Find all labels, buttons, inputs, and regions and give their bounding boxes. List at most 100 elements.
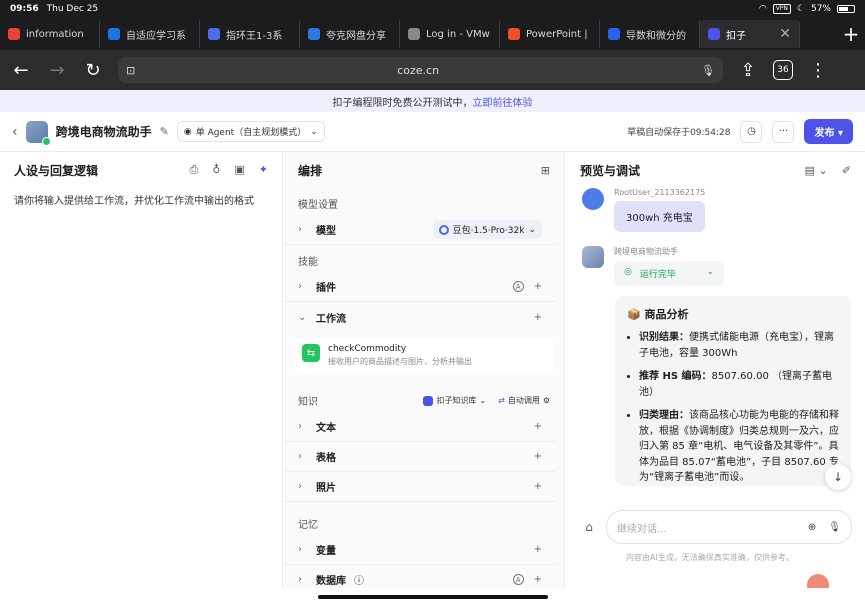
auto-a-icon[interactable]: A <box>512 574 524 585</box>
browser-tab[interactable]: 自适应学习系 <box>100 20 200 48</box>
memory-section: 记忆 <box>298 520 318 531</box>
assistant-avatar-fab[interactable] <box>807 574 829 588</box>
chevron-right-icon: › <box>298 481 302 492</box>
grid-icon[interactable]: ⊞ <box>541 164 550 177</box>
prompt-library-icon[interactable]: ⎙ <box>190 163 199 177</box>
browser-tab[interactable]: PowerPoint | <box>500 20 600 48</box>
browser-tab[interactable]: 指环王1-3系 <box>200 20 300 48</box>
brush-icon[interactable]: ✐ <box>842 164 851 177</box>
new-tab-plus-icon[interactable]: + <box>837 20 865 48</box>
model-row[interactable]: › 模型 豆包·1.5·Pro·32k ⌄ <box>284 215 556 245</box>
back-chevron-icon[interactable]: ‹ <box>12 124 18 140</box>
history-icon[interactable]: ◷ <box>740 120 763 143</box>
persona-prompt[interactable]: 请你将输入提供给工作流，并优化工作流中输出的格式 <box>0 188 282 211</box>
bot-title: 跨境电商物流助手 <box>55 125 152 139</box>
edit-icon[interactable]: ✎ <box>160 125 169 138</box>
browser-tab[interactable]: 导数和微分的 <box>600 20 700 48</box>
add-icon[interactable]: + <box>534 574 542 585</box>
moon-icon: ☾ <box>796 4 805 14</box>
user-avatar <box>582 188 604 210</box>
add-icon[interactable]: + <box>534 451 542 462</box>
tab-favicon-icon <box>208 28 220 40</box>
back-arrow-icon[interactable]: ← <box>10 59 32 81</box>
scroll-down-arrow-icon[interactable]: ↓ <box>825 464 851 490</box>
doubao-logo-icon <box>438 224 449 235</box>
chat-input[interactable]: 继续对话... ⊕ 🎙 <box>606 510 852 544</box>
workflow-label: 工作流 <box>316 313 346 325</box>
browser-tab[interactable]: 扣子 ✕ <box>700 20 800 48</box>
variable-row[interactable]: › 变量 + <box>284 535 556 565</box>
preview-header: 预览与调试 ▤ ⌄ ✐ <box>566 152 865 188</box>
address-bar[interactable]: ⊡ coze.cn 🎙 <box>118 57 723 83</box>
workflow-row[interactable]: ⌄ 工作流 + <box>284 302 556 332</box>
plus-circle-icon[interactable]: ⊕ <box>808 522 816 533</box>
browser-tab[interactable]: information <box>0 20 100 48</box>
arrange-header: 编排 ⊞ <box>284 152 564 188</box>
clear-history-icon[interactable]: ⌂ <box>580 518 598 536</box>
battery-text: 57% <box>810 4 831 14</box>
add-icon[interactable]: + <box>534 312 542 323</box>
table-row[interactable]: › 表格 + <box>284 442 556 472</box>
list-item: 识别结果：便携式储能电源（充电宝），锂离子电池，容量 300Wh <box>639 330 839 361</box>
bot-name: 跨境电商物流助手 <box>614 247 678 256</box>
bulb-icon[interactable]: ♁ <box>212 163 220 177</box>
browser-tab[interactable]: 夸克网盘分享 <box>300 20 400 48</box>
auto-a-icon[interactable]: A <box>512 281 524 292</box>
persona-panel: 人设与回复逻辑 ⎙ ♁ ▣ ✦ 请你将输入提供给工作流，并优化工作流中输出的格式 <box>0 152 283 588</box>
bullet-label: 推荐 HS 编码： <box>639 371 712 382</box>
add-icon[interactable]: + <box>534 421 542 432</box>
composer: ⌂ 继续对话... ⊕ 🎙 <box>580 510 852 544</box>
site-settings-icon[interactable]: ⊡ <box>126 64 135 77</box>
chevron-down-icon: ⌄ <box>528 224 536 235</box>
more-icon[interactable]: ··· <box>772 120 795 143</box>
browser-tab[interactable]: Log in - VMw <box>400 20 500 48</box>
agent-mode-select[interactable]: ◉ 单 Agent（自主规划模式） ⌄ <box>176 121 325 142</box>
database-row[interactable]: › 数据库 ⓘ A + <box>284 565 556 588</box>
microphone-icon[interactable]: 🎙 <box>701 64 715 77</box>
knowledge-section: 知识 扣子知识库 ⌄ ⇄ 自动调用 ⚙ <box>284 379 564 412</box>
answer-card: 📦 商品分析 识别结果：便携式储能电源（充电宝），锂离子电池，容量 300Wh … <box>615 296 851 486</box>
microphone-icon[interactable]: 🎙 <box>828 522 841 533</box>
save-status: 草稿自动保存于09:54:28 <box>627 128 731 138</box>
tab-label: information <box>26 28 84 40</box>
arrange-panel: 编排 ⊞ 模型设置 › 模型 豆包·1.5·Pro·32k ⌄ 技能 › 插件 … <box>284 152 565 588</box>
tab-count-button[interactable]: 36 <box>773 60 793 80</box>
kb-select[interactable]: 扣子知识库 ⌄ <box>423 395 486 406</box>
tab-label: 指环王1-3系 <box>226 30 283 42</box>
url-text: coze.cn <box>397 63 440 77</box>
forward-arrow-icon[interactable]: → <box>46 59 68 81</box>
info-icon[interactable]: ⓘ <box>354 572 364 587</box>
model-name: 豆包·1.5·Pro·32k <box>452 226 525 236</box>
debug-select-icon[interactable]: ▤ ⌄ <box>805 164 828 177</box>
bot-header: ‹ 跨境电商物流助手 ✎ ◉ 单 Agent（自主规划模式） ⌄ 草稿自动保存于… <box>0 112 865 152</box>
preview-panel: 预览与调试 ▤ ⌄ ✐ RootUser_2113362175 300wh 充电… <box>566 152 865 588</box>
plugins-row[interactable]: › 插件 A + <box>284 272 556 302</box>
plugins-label: 插件 <box>316 283 336 294</box>
kb-auto-toggle[interactable]: ⇄ 自动调用 ⚙ <box>498 395 550 406</box>
photo-row[interactable]: › 照片 + <box>284 472 556 502</box>
chat-input-placeholder: 继续对话... <box>617 523 667 535</box>
status-time: 09:56 <box>10 4 39 14</box>
reload-icon[interactable]: ↻ <box>82 59 104 81</box>
browser-tab-strip: information 自适应学习系 指环王1-3系 夸克网盘分享 Log in - V… <box>0 18 865 50</box>
run-status-toggle[interactable]: ◎ 运行完毕 ⌄ <box>614 261 724 286</box>
chevron-right-icon: › <box>298 574 302 585</box>
chevron-right-icon: › <box>298 281 302 292</box>
add-icon[interactable]: + <box>534 544 542 555</box>
publish-button[interactable]: 发布 ▾ <box>804 119 853 144</box>
model-select[interactable]: 豆包·1.5·Pro·32k ⌄ <box>432 220 542 239</box>
tab-favicon-icon <box>408 28 420 40</box>
share-icon[interactable]: ⇪ <box>737 59 759 81</box>
layout-icon[interactable]: ▣ <box>234 163 244 177</box>
workflow-card[interactable]: ⇆ checkCommodity 接收用户的商品描述与图片，分析并输出 <box>294 338 554 373</box>
more-menu-icon[interactable]: ⋮ <box>807 59 829 81</box>
add-icon[interactable]: + <box>534 281 542 292</box>
banner-link[interactable]: 立即前往体验 <box>473 94 533 109</box>
tab-close-icon[interactable]: ✕ <box>779 26 791 42</box>
magic-icon[interactable]: ✦ <box>259 163 268 177</box>
knowledge-label: 知识 <box>298 397 318 408</box>
add-icon[interactable]: + <box>534 481 542 492</box>
text-row[interactable]: › 文本 + <box>284 412 556 442</box>
status-ok-icon <box>41 136 51 146</box>
chevron-down-icon: ⌄ <box>298 311 307 323</box>
